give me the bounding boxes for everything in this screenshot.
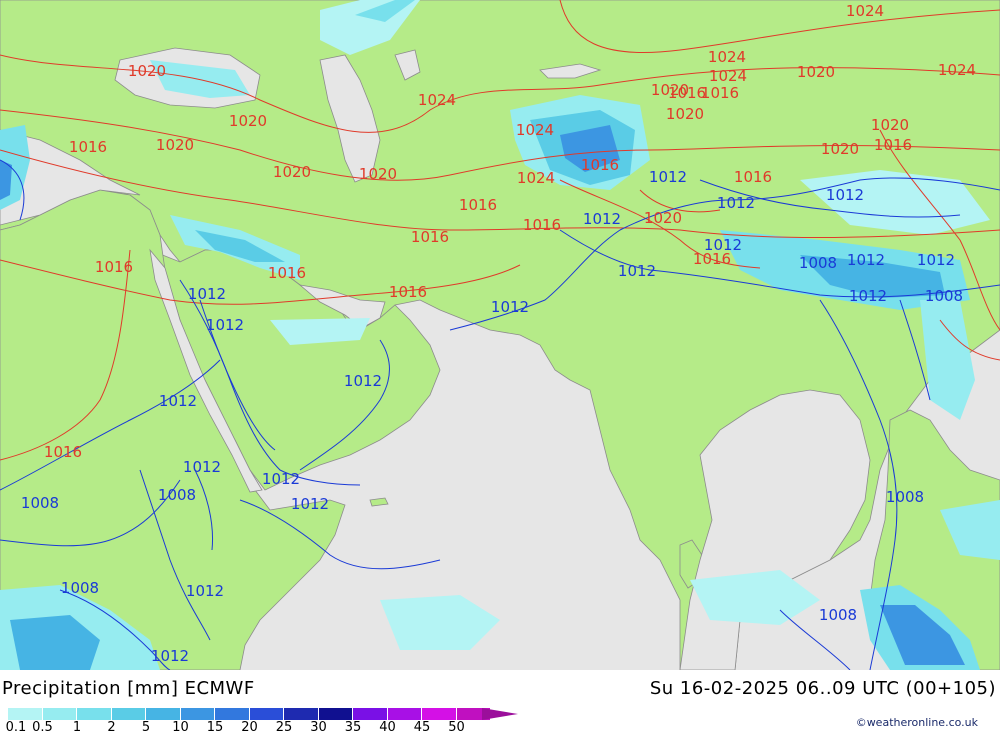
legend-swatch: [8, 708, 43, 720]
weather-map: 1024102410241020102010161020102410241020…: [0, 0, 1000, 670]
isobar-label: 1012: [186, 582, 224, 600]
isobar-label: 1008: [61, 579, 99, 597]
precipitation-legend: [8, 708, 491, 720]
isobar-label: 1012: [491, 298, 529, 316]
isobar-label: 1016: [44, 443, 82, 461]
isobar-label: 1024: [516, 121, 554, 139]
isobar-label: 1008: [799, 254, 837, 272]
legend-swatch: [42, 708, 77, 720]
isobar-label: 1016: [693, 250, 731, 268]
isobar-label: 1024: [517, 169, 555, 187]
isobar-label: 1016: [411, 228, 449, 246]
isobar-label: 1012: [291, 495, 329, 513]
isobar-label: 1016: [69, 138, 107, 156]
isobar-label: 1020: [229, 112, 267, 130]
isobar-label: 1012: [159, 392, 197, 410]
isobar-label: 1008: [886, 488, 924, 506]
legend-swatch: [111, 708, 146, 720]
isobar-label: 1012: [262, 470, 300, 488]
isobar-label: 1020: [821, 140, 859, 158]
isobar-label: 1020: [644, 209, 682, 227]
legend-swatch: [77, 708, 112, 720]
isobar-label: 1012: [717, 194, 755, 212]
isobar-label: 1016: [268, 264, 306, 282]
legend-swatch: [353, 708, 388, 720]
isobar-label: 1016: [389, 283, 427, 301]
isobar-label: 1024: [846, 2, 884, 20]
isobar-label: 1012: [849, 287, 887, 305]
legend-swatch: [180, 708, 215, 720]
run-info: Su 16-02-2025 06..09 UTC (00+105): [649, 678, 996, 699]
isobar-label: 1016: [581, 156, 619, 174]
isobar-label: 1012: [826, 186, 864, 204]
isobar-label: 1008: [21, 494, 59, 512]
isobar-label: 1016: [95, 258, 133, 276]
isobar-label: 1012: [151, 647, 189, 665]
isobar-label: 1020: [359, 165, 397, 183]
credit-text[interactable]: ©weatheronline.co.uk: [856, 716, 978, 729]
isobar-label: 1016: [874, 136, 912, 154]
legend-arrow: [482, 708, 518, 720]
isobar-label: 1012: [183, 458, 221, 476]
isobar-label: 1012: [188, 285, 226, 303]
isobar-label: 1020: [651, 81, 689, 99]
isobar-label: 1020: [128, 62, 166, 80]
legend-labels: 0.1 0.5 1 2 5 10 15 20 25 30 35 40 45 50: [0, 720, 520, 735]
isobar-label: 1024: [709, 67, 747, 85]
legend-swatch: [146, 708, 181, 720]
legend-swatch: [318, 708, 353, 720]
isobar-label: 1020: [273, 163, 311, 181]
isobar-label: 1012: [583, 210, 621, 228]
isobar-label: 1008: [925, 287, 963, 305]
isobar-label: 1020: [797, 63, 835, 81]
isobar-label: 1016: [734, 168, 772, 186]
isobar-label: 1016: [523, 216, 561, 234]
isobar-label: 1012: [649, 168, 687, 186]
isobar-label: 1008: [158, 486, 196, 504]
map-canvas: 1024102410241020102010161020102410241020…: [0, 0, 1000, 670]
isobar-label: 1024: [938, 61, 976, 79]
isobar-label: 1012: [917, 251, 955, 269]
isobar-label: 1012: [618, 262, 656, 280]
legend-swatch: [249, 708, 284, 720]
isobar-label: 1012: [206, 316, 244, 334]
isobar-label: 1012: [344, 372, 382, 390]
map-title: Precipitation [mm] ECMWF: [2, 678, 255, 699]
isobar-label: 1008: [819, 606, 857, 624]
isobar-label: 1020: [156, 136, 194, 154]
legend-swatch: [215, 708, 250, 720]
legend-swatch: [422, 708, 457, 720]
isobar-label: 1012: [847, 251, 885, 269]
isobar-label: 1020: [871, 116, 909, 134]
isobar-label: 1024: [708, 48, 746, 66]
isobar-label: 1024: [418, 91, 456, 109]
legend-swatch: [387, 708, 422, 720]
isobar-label: 1016: [701, 84, 739, 102]
footer: Precipitation [mm] ECMWF Su 16-02-2025 0…: [0, 670, 1000, 735]
isobar-label: 1016: [459, 196, 497, 214]
isobar-label: 1020: [666, 105, 704, 123]
legend-swatch: [284, 708, 319, 720]
